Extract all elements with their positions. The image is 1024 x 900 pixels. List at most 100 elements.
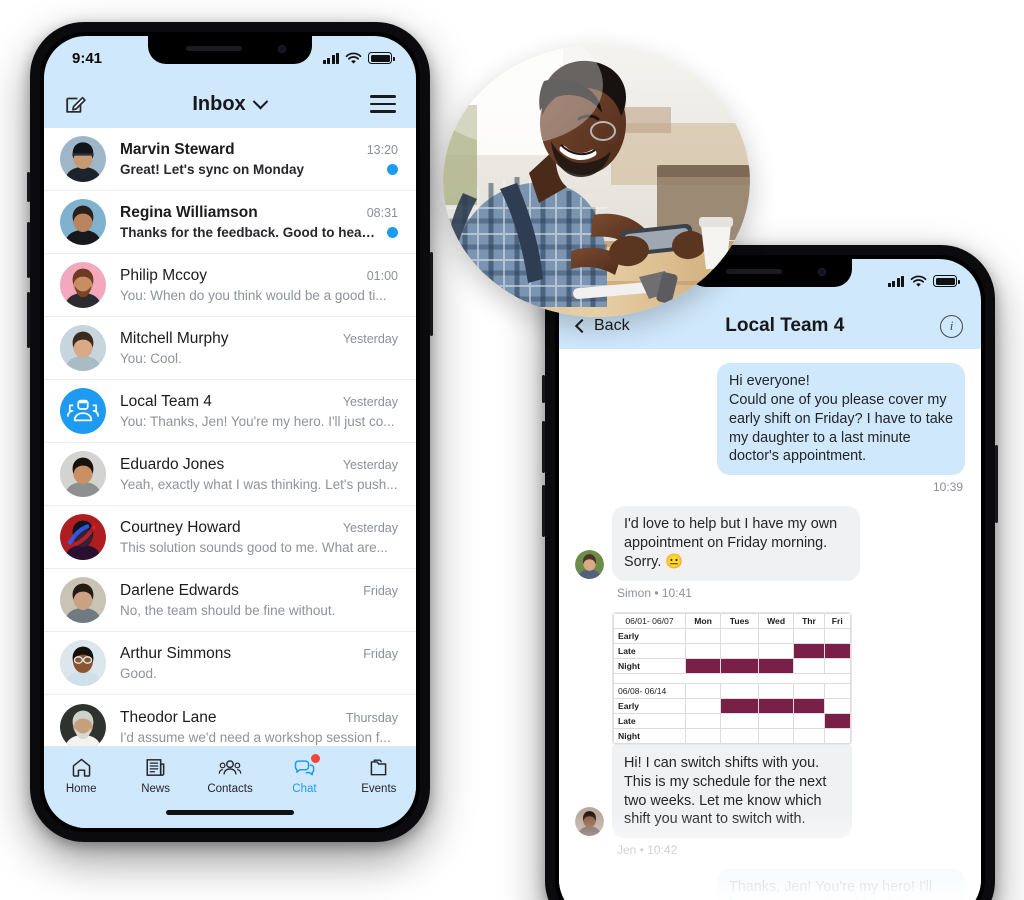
schedule-cell [793, 642, 825, 659]
inbox-title-dropdown[interactable]: Inbox [192, 93, 268, 116]
back-button[interactable]: Back [574, 317, 630, 335]
conversation-row[interactable]: Local Team 4 Yesterday You: Thanks, Jen! Y… [44, 380, 416, 443]
tab-chat[interactable]: Chat [267, 754, 341, 795]
earpiece-speaker [186, 46, 242, 51]
shift-label: Late [613, 642, 686, 659]
table-spacer [613, 673, 851, 684]
back-label: Back [594, 317, 630, 334]
front-camera [818, 268, 826, 276]
chat-message-list[interactable]: Hi everyone! Could one of you please cov… [559, 349, 981, 900]
avatar-photo [60, 136, 106, 182]
unread-dot [387, 164, 398, 175]
message-bubble-incoming[interactable]: Hi! I can switch shifts with you. This i… [612, 744, 852, 839]
hamburger-menu-icon[interactable] [370, 95, 396, 113]
conversation-row[interactable]: Arthur Simmons Friday Good. [44, 632, 416, 695]
avatar-photo [575, 549, 604, 579]
shift-label: Night [613, 657, 686, 674]
conversation-row[interactable]: Eduardo Jones Yesterday Yeah, exactly what… [44, 443, 416, 506]
tab-events[interactable]: Events [342, 756, 416, 795]
conversation-time: Yesterday [342, 395, 398, 409]
conversation-row[interactable]: Courtney Howard Yesterday This solution so… [44, 506, 416, 569]
incoming-stack: I'd love to help but I have my own appoi… [612, 506, 860, 581]
status-icons [322, 52, 395, 65]
power-button[interactable] [995, 445, 998, 523]
outgoing-row: Thanks, Jen! You're my hero! I'll just c… [575, 869, 965, 900]
table-row: 06/01- 06/07 Mon Tues Wed Thr Fri [613, 612, 851, 629]
schedule-cell [793, 657, 825, 674]
volume-up-button[interactable] [542, 421, 545, 473]
schedule-cell [684, 727, 722, 744]
schedule-cell [720, 712, 759, 729]
volume-up-button[interactable] [27, 222, 30, 278]
message-meta: 10:39 [932, 480, 963, 495]
conversation-row[interactable]: Mitchell Murphy Yesterday You: Cool. [44, 317, 416, 380]
avatar-photo [60, 640, 106, 686]
compose-icon[interactable] [64, 92, 88, 116]
conversation-row[interactable]: Regina Williamson 08:31 Thanks for the fee… [44, 191, 416, 254]
volume-down-button[interactable] [542, 485, 545, 537]
conversation-time: Yesterday [342, 332, 398, 346]
shift-label: Night [613, 727, 686, 744]
message-bubble-outgoing[interactable]: Hi everyone! Could one of you please cov… [717, 363, 965, 476]
volume-down-button[interactable] [27, 292, 30, 348]
table-row: Early [613, 697, 851, 714]
cellular-bars-icon [322, 52, 339, 64]
inbox-navbar: Inbox [44, 80, 416, 128]
incoming-stack: 06/01- 06/07 Mon Tues Wed Thr Fri Early Late Nig… [612, 611, 852, 839]
message-bubble-incoming[interactable]: I'd love to help but I have my own appoi… [612, 506, 860, 581]
conversation-body: Theodor Lane Thursday I'd assume we'd need… [120, 709, 398, 745]
power-button[interactable] [430, 252, 433, 336]
conversation-time: 08:31 [366, 206, 398, 220]
conversation-row[interactable]: Darlene Edwards Friday No, the team should… [44, 569, 416, 632]
wifi-icon [910, 275, 927, 287]
phone1-bezel: 9:41 Inbox Marvin Steward 13:20 Great! L… [40, 32, 420, 832]
schedule-cell [757, 682, 795, 699]
avatar [60, 325, 106, 371]
schedule-cell [684, 657, 722, 674]
schedule-attachment[interactable]: 06/01- 06/07 Mon Tues Wed Thr Fri Early Late Nig… [612, 611, 852, 745]
tab-home[interactable]: Home [44, 756, 118, 795]
avatar-photo [60, 577, 106, 623]
conversation-body: Regina Williamson 08:31 Thanks for the fee… [120, 204, 398, 240]
bottom-tab-bar[interactable]: Home News Contacts Chat Events [44, 746, 416, 828]
schedule-cell [720, 727, 759, 744]
conversation-row[interactable]: Philip Mccoy 01:00 You: When do you think … [44, 254, 416, 317]
status-icons [887, 275, 960, 288]
chat-title: Local Team 4 [725, 315, 845, 336]
tab-contacts[interactable]: Contacts [193, 756, 267, 795]
schedule-cell [720, 657, 759, 674]
contact-name: Eduardo Jones [120, 456, 225, 473]
schedule-cell [757, 712, 795, 729]
schedule-cell [757, 627, 795, 644]
table-row: Late [613, 712, 851, 729]
battery-icon [933, 275, 960, 287]
incoming-row: 06/01- 06/07 Mon Tues Wed Thr Fri Early Late Nig… [575, 611, 965, 839]
mute-switch[interactable] [542, 375, 545, 403]
schedule-cell [757, 727, 795, 744]
schedule-cell [684, 712, 722, 729]
schedule-cell [757, 657, 795, 674]
avatar [60, 451, 106, 497]
schedule-cell [793, 727, 825, 744]
home-indicator[interactable] [166, 810, 294, 815]
message-preview: You: Cool. [120, 351, 182, 366]
info-circle-icon[interactable]: i [940, 314, 963, 338]
chat-unread-badge [310, 754, 320, 763]
schedule-cell [793, 697, 825, 714]
conversation-body: Local Team 4 Yesterday You: Thanks, Jen! Y… [120, 393, 398, 429]
chevron-left-icon [574, 318, 590, 334]
schedule-cell [720, 642, 759, 659]
mute-switch[interactable] [27, 172, 30, 202]
message-bubble-outgoing[interactable]: Thanks, Jen! You're my hero! I'll just c… [717, 869, 965, 900]
conversation-list[interactable]: Marvin Steward 13:20 Great! Let's sync on … [44, 128, 416, 758]
chat-message: Thanks, Jen! You're my hero! I'll just c… [575, 869, 965, 900]
tab-news[interactable]: News [118, 756, 192, 795]
day-header: Thr [793, 612, 825, 629]
schedule-cell [793, 712, 825, 729]
avatar [60, 514, 106, 560]
schedule-cell [823, 682, 851, 699]
status-time: 9:41 [72, 49, 103, 67]
contact-name: Darlene Edwards [120, 582, 239, 599]
conversation-row[interactable]: Marvin Steward 13:20 Great! Let's sync on … [44, 128, 416, 191]
message-preview: Yeah, exactly what I was thinking. Let's… [120, 477, 398, 492]
